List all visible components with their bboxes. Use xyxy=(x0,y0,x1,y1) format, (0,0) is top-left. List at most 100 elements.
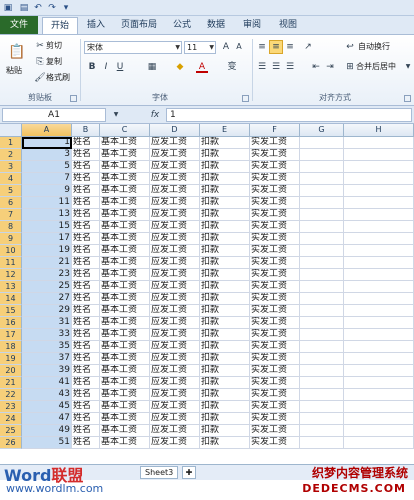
tab-home[interactable]: 开始 xyxy=(42,17,78,34)
cell[interactable]: 应发工资 xyxy=(150,425,200,437)
cell[interactable]: 基本工资 xyxy=(100,173,150,185)
cell[interactable]: 扣款 xyxy=(200,173,250,185)
row-header[interactable]: 16 xyxy=(0,317,22,329)
cell[interactable]: 43 xyxy=(22,389,72,401)
cell[interactable]: 基本工资 xyxy=(100,233,150,245)
cell[interactable]: 扣款 xyxy=(200,221,250,233)
paste-icon[interactable]: 📋 xyxy=(8,43,26,61)
row-header[interactable]: 17 xyxy=(0,329,22,341)
cell[interactable]: 19 xyxy=(22,245,72,257)
cell[interactable] xyxy=(300,221,344,233)
row-header[interactable]: 7 xyxy=(0,209,22,221)
row-header[interactable]: 4 xyxy=(0,173,22,185)
cell[interactable]: 基本工资 xyxy=(100,401,150,413)
cell[interactable]: 51 xyxy=(22,437,72,449)
cell[interactable]: 基本工资 xyxy=(100,137,150,149)
cell[interactable]: 39 xyxy=(22,365,72,377)
cell[interactable]: 37 xyxy=(22,353,72,365)
row-header[interactable]: 1 xyxy=(0,137,22,149)
cell[interactable]: 基本工资 xyxy=(100,293,150,305)
cell[interactable]: 实发工资 xyxy=(250,317,300,329)
cell[interactable] xyxy=(300,245,344,257)
cell[interactable]: 基本工资 xyxy=(100,389,150,401)
cell[interactable]: 姓名 xyxy=(72,389,100,401)
cell[interactable]: 基本工资 xyxy=(100,377,150,389)
row-header[interactable]: 21 xyxy=(0,377,22,389)
tab-page-layout[interactable]: 页面布局 xyxy=(114,17,164,34)
cell[interactable]: 9 xyxy=(22,185,72,197)
underline-button[interactable]: U xyxy=(114,61,126,73)
column-header[interactable]: F xyxy=(250,124,300,137)
cell[interactable] xyxy=(300,257,344,269)
cell[interactable]: 扣款 xyxy=(200,149,250,161)
cell[interactable]: 47 xyxy=(22,413,72,425)
row-header[interactable]: 3 xyxy=(0,161,22,173)
name-box[interactable]: A1 xyxy=(2,108,106,122)
cell[interactable]: 姓名 xyxy=(72,365,100,377)
redo-icon[interactable]: ↷ xyxy=(46,2,58,14)
cell[interactable]: 实发工资 xyxy=(250,269,300,281)
merge-center-icon[interactable]: ⊞ xyxy=(344,61,356,73)
cell[interactable]: 扣款 xyxy=(200,437,250,449)
cell[interactable]: 41 xyxy=(22,377,72,389)
cell[interactable]: 基本工资 xyxy=(100,305,150,317)
save-icon[interactable]: ▤ xyxy=(18,2,30,14)
cell[interactable]: 实发工资 xyxy=(250,353,300,365)
row-header[interactable]: 12 xyxy=(0,269,22,281)
cell[interactable]: 应发工资 xyxy=(150,185,200,197)
cell[interactable]: 应发工资 xyxy=(150,389,200,401)
cell[interactable]: 实发工资 xyxy=(250,185,300,197)
cell[interactable]: 应发工资 xyxy=(150,173,200,185)
cell[interactable] xyxy=(344,233,414,245)
cell[interactable]: 实发工资 xyxy=(250,137,300,149)
cell[interactable] xyxy=(344,245,414,257)
cell[interactable] xyxy=(344,305,414,317)
cell[interactable]: 应发工资 xyxy=(150,161,200,173)
copy-label[interactable]: 复制 xyxy=(46,56,62,68)
cell[interactable] xyxy=(300,293,344,305)
row-header[interactable]: 26 xyxy=(0,437,22,449)
cell[interactable]: 应发工资 xyxy=(150,413,200,425)
cell[interactable]: 实发工资 xyxy=(250,329,300,341)
cell[interactable]: 基本工资 xyxy=(100,425,150,437)
tab-data[interactable]: 数据 xyxy=(200,17,232,34)
worksheet-grid[interactable]: A B C D E F G H 1 1 姓名 基本工资 应发工资 扣款 实发工资 2 3 姓名 基本工资 应发工资 扣款… xyxy=(0,124,414,464)
cell[interactable]: 姓名 xyxy=(72,185,100,197)
tab-view[interactable]: 视图 xyxy=(272,17,304,34)
row-header[interactable]: 19 xyxy=(0,353,22,365)
font-launcher-icon[interactable] xyxy=(242,95,249,102)
cell[interactable]: 姓名 xyxy=(72,233,100,245)
cut-icon[interactable]: ✂ xyxy=(34,40,46,52)
cell[interactable]: 姓名 xyxy=(72,425,100,437)
cell[interactable]: 扣款 xyxy=(200,425,250,437)
cell[interactable]: 33 xyxy=(22,329,72,341)
column-header[interactable]: A xyxy=(22,124,72,137)
align-left-icon[interactable]: ☰ xyxy=(256,61,268,73)
cell[interactable]: 扣款 xyxy=(200,365,250,377)
cell[interactable] xyxy=(300,149,344,161)
cell[interactable]: 姓名 xyxy=(72,161,100,173)
cell[interactable] xyxy=(300,437,344,449)
insert-sheet-icon[interactable]: ✚ xyxy=(182,466,196,479)
cell[interactable]: 姓名 xyxy=(72,305,100,317)
cell[interactable] xyxy=(344,185,414,197)
cell[interactable]: 姓名 xyxy=(72,281,100,293)
cell[interactable] xyxy=(344,281,414,293)
cell[interactable]: 基本工资 xyxy=(100,257,150,269)
cell[interactable]: 实发工资 xyxy=(250,245,300,257)
sheet-tab-sheet3[interactable]: Sheet3 xyxy=(140,466,179,479)
cell[interactable] xyxy=(344,413,414,425)
row-header[interactable]: 9 xyxy=(0,233,22,245)
row-header[interactable]: 20 xyxy=(0,365,22,377)
wrap-text-icon[interactable]: ↩ xyxy=(344,41,356,53)
cell[interactable]: 应发工资 xyxy=(150,137,200,149)
cell[interactable] xyxy=(300,353,344,365)
cell[interactable]: 49 xyxy=(22,425,72,437)
clipboard-launcher-icon[interactable] xyxy=(70,95,77,102)
cell[interactable]: 姓名 xyxy=(72,317,100,329)
cell[interactable] xyxy=(344,293,414,305)
cell[interactable]: 姓名 xyxy=(72,293,100,305)
cell[interactable] xyxy=(344,197,414,209)
cell[interactable]: 扣款 xyxy=(200,281,250,293)
cell[interactable]: 扣款 xyxy=(200,317,250,329)
